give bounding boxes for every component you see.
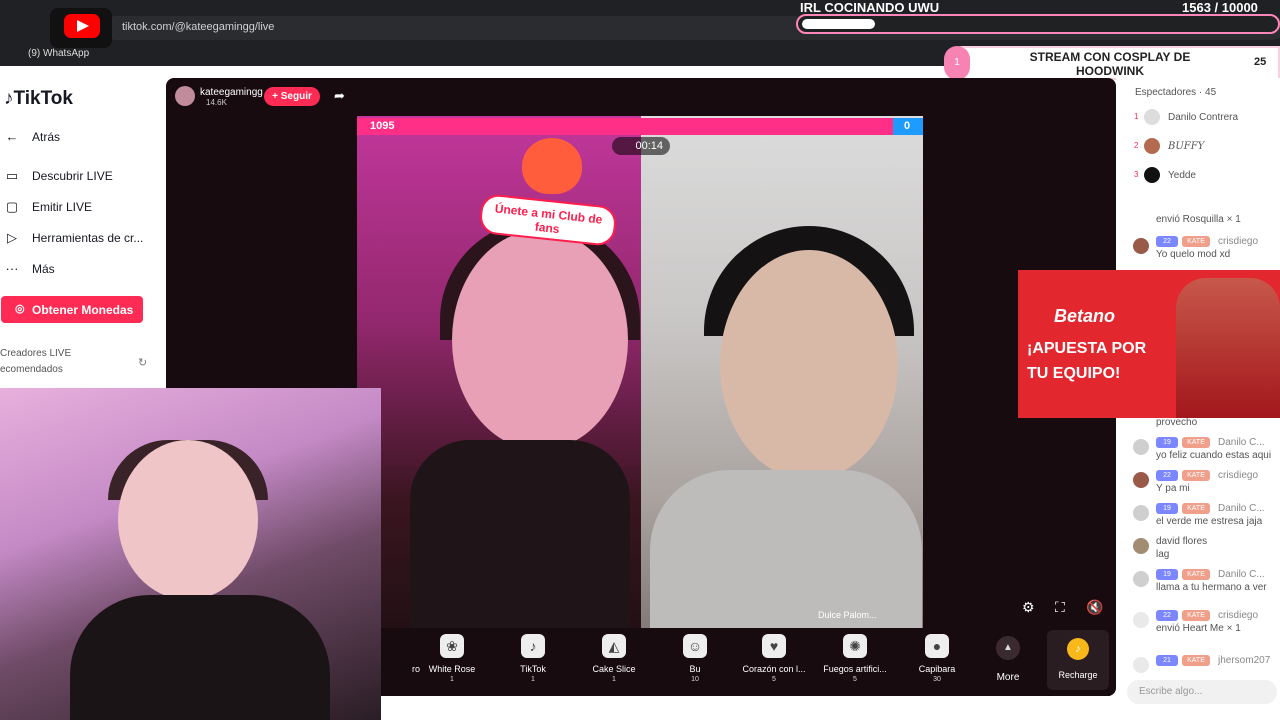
fullscreen-icon[interactable]: ⛶: [1055, 599, 1065, 616]
betano-tagline: ¡APUESTA POR TU EQUIPO!: [1027, 340, 1147, 382]
gift-icon: [1133, 612, 1149, 628]
chevron-up-icon: ▲: [996, 636, 1020, 660]
coin-icon: ♪: [1067, 638, 1089, 660]
gift-item-white-rose[interactable]: ❀ White Rose 1: [412, 634, 492, 683]
webcam-face: [118, 440, 258, 600]
recommended-label-line2: ecomendados: [0, 364, 63, 375]
goal-title: IRL COCINANDO UWU: [800, 0, 940, 15]
left-streamer-face: [452, 230, 628, 450]
battle-score-bar: [357, 118, 923, 135]
sidebar-item-go-live[interactable]: ▢ Emitir LIVE: [0, 196, 166, 218]
settings-gear-icon[interactable]: ⚙: [1022, 599, 1035, 616]
get-coins-button[interactable]: ◎ Obtener Monedas: [1, 296, 143, 323]
heart-gift-icon: ♥: [762, 634, 786, 658]
gift-item-bu[interactable]: ☺ Bu 10: [655, 634, 735, 683]
follow-button[interactable]: + Seguir: [264, 87, 320, 106]
tv-icon: ▭: [5, 168, 19, 183]
tiktok-gift-icon: ♪: [521, 634, 545, 658]
enter-icon: [1133, 657, 1149, 673]
more-dots-icon: ···: [5, 261, 19, 276]
left-streamer-body: [410, 440, 630, 628]
goal-count: 1563 / 10000: [1182, 0, 1258, 15]
recharge-button[interactable]: ♪ Recharge: [1047, 630, 1109, 690]
cosplay-bubble: 1: [944, 46, 970, 80]
gift-item-cake-slice[interactable]: ◭ Cake Slice 1: [574, 634, 654, 683]
cake-icon: ◭: [602, 634, 626, 658]
right-streamer-face: [720, 250, 898, 480]
avatar: [1133, 538, 1149, 554]
goal-progress-fill: [802, 19, 875, 29]
tiktok-sidebar: ♪TikTok ← Atrás ▭ Descubrir LIVE ▢ Emiti…: [0, 66, 166, 388]
capybara-icon: ●: [925, 634, 949, 658]
cosplay-count: 25: [1254, 56, 1267, 68]
avatar: [1133, 571, 1149, 587]
sidebar-item-back[interactable]: ← Atrás: [0, 126, 166, 148]
avatar: [1144, 167, 1160, 183]
camera-icon: ▢: [5, 199, 19, 214]
heart-mascot-icon: [522, 138, 582, 194]
gift-item-fireworks[interactable]: ✺ Fuegos artifici... 5: [815, 634, 895, 683]
betano-logo: Betano: [1054, 306, 1116, 326]
opponent-name-tag[interactable]: Dulce Palom...: [818, 610, 877, 620]
right-streamer-body: [650, 470, 922, 628]
gift-item-capybara[interactable]: ● Capibara 30: [897, 634, 977, 683]
viewers-title: Espectadores · 45: [1135, 87, 1217, 98]
avatar: [1144, 138, 1160, 154]
battle-score-right: 0: [904, 120, 911, 132]
bookmark-whatsapp[interactable]: (9) WhatsApp: [28, 48, 89, 59]
refresh-icon[interactable]: ↻: [138, 356, 147, 369]
goal-progress-bar: [796, 14, 1280, 34]
play-icon: [77, 20, 89, 32]
sidebar-item-discover-live[interactable]: ▭ Descubrir LIVE: [0, 165, 166, 187]
avatar: [1144, 109, 1160, 125]
cosplay-text: STREAM CON COSPLAY DE HOODWINK: [1029, 50, 1191, 78]
coin-icon: ◎: [15, 303, 25, 315]
host-avatar[interactable]: [175, 86, 195, 106]
play-box-icon: ▷: [7, 230, 17, 245]
host-views: 14.6K: [206, 98, 227, 107]
recommended-label-line1: Creadores LIVE: [0, 348, 72, 359]
battle-timer: 00:14: [612, 137, 670, 155]
chat-input[interactable]: Escribe algo...: [1127, 680, 1277, 704]
back-arrow-icon: ←: [5, 129, 19, 144]
avatar: [1133, 238, 1149, 254]
fireworks-icon: ✺: [843, 634, 867, 658]
gift-item-tiktok[interactable]: ♪ TikTok 1: [493, 634, 573, 683]
tiktok-note-icon: ♪: [4, 88, 14, 109]
ad-player-figure: [1176, 278, 1280, 418]
avatar: [1133, 505, 1149, 521]
rose-icon: ❀: [440, 634, 464, 658]
gift-item-heart[interactable]: ♥ Corazón con l... 5: [734, 634, 814, 683]
host-name[interactable]: kateegamingg: [200, 87, 263, 98]
url-text[interactable]: tiktok.com/@kateegamingg/live: [122, 21, 274, 33]
battle-score-left: 1095: [370, 120, 395, 132]
share-icon[interactable]: ➦: [334, 88, 345, 104]
ghost-icon: ☺: [683, 634, 707, 658]
tiktok-logo[interactable]: ♪TikTok: [4, 88, 73, 110]
avatar: [1133, 439, 1149, 455]
sidebar-item-more[interactable]: ··· Más: [0, 258, 166, 280]
avatar: [1133, 472, 1149, 488]
more-gifts-button[interactable]: ▲ More: [984, 636, 1032, 683]
sidebar-item-creator-tools[interactable]: ▷ Herramientas de cr...: [0, 227, 166, 249]
webcam-body: [70, 595, 330, 720]
mute-icon[interactable]: 🔇: [1086, 599, 1103, 616]
